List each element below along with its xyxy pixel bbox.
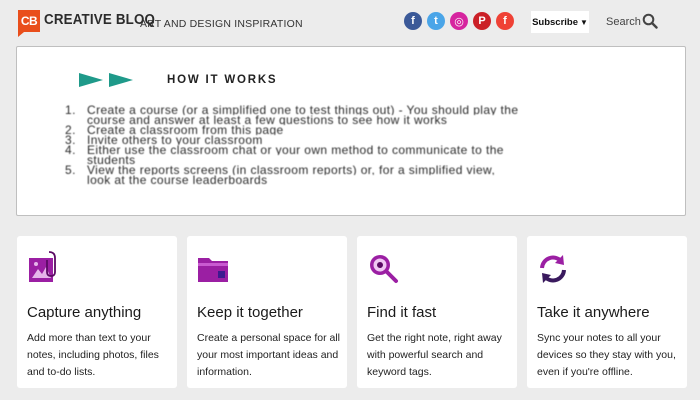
how-it-works-title: HOW IT WORKS [167,74,278,86]
twitter-icon[interactable]: t [427,12,445,30]
card-description: Get the right note, right away with powe… [367,332,502,378]
steps-list: 1. Create a course (or a simplified one t… [65,105,675,185]
image-clip-icon [29,251,56,282]
list-item: course and answer at least a few questio… [87,115,448,125]
card-description: Add more than text to your notes, includ… [27,332,159,378]
card-title: Keep it together [197,304,303,321]
site-header: CB CREATIVE BLOQ ART AND DESIGN INSPIRAT… [0,0,700,44]
arrow-icon [79,73,133,87]
list-item: 2. Create a classroom from this page [65,125,284,135]
site-tagline: ART AND DESIGN INSPIRATION [140,18,303,30]
card-description: Create a personal space for all your mos… [197,332,340,378]
feature-card-capture: Capture anything Add more than text to y… [17,236,177,388]
folder-icon [198,258,228,282]
logo-text[interactable]: CREATIVE BLOQ [44,12,155,28]
card-title: Capture anything [27,304,142,321]
list-item: 1. Create a course (or a simplified one t… [65,105,519,115]
instagram-icon[interactable]: ◎ [450,12,468,30]
sync-icon [540,255,566,283]
search-icon[interactable] [642,13,658,29]
list-item: look at the course leaderboards [87,175,268,185]
feature-card-find: Find it fast Get the right note, right a… [357,236,517,388]
facebook-icon[interactable]: f [404,12,422,30]
pinterest-icon[interactable]: P [473,12,491,30]
card-description: Sync your notes to all your devices so t… [537,332,676,378]
search-magnifier-icon [370,255,398,283]
list-item: 5. View the reports screens (in classroom… [65,165,496,175]
subscribe-button[interactable]: Subscribe ▼ [531,11,589,33]
feature-card-keep: Keep it together Create a personal space… [187,236,347,388]
card-title: Find it fast [367,304,437,321]
search-label[interactable]: Search [606,16,641,28]
list-item: 4. Either use the classroom chat or your … [65,145,504,155]
flipboard-icon[interactable]: f [496,12,514,30]
card-title: Take it anywhere [537,304,650,321]
chevron-down-icon: ▼ [580,17,588,27]
subscribe-label: Subscribe [532,16,578,28]
logo-mark[interactable]: CB [18,10,40,37]
feature-card-anywhere: Take it anywhere Sync your notes to all … [527,236,687,388]
list-item: 3. Invite others to your classroom [65,135,263,145]
list-item: students [87,155,136,165]
how-it-works-image: HOW IT WORKS 1. Create a course (or a sim… [16,46,686,216]
